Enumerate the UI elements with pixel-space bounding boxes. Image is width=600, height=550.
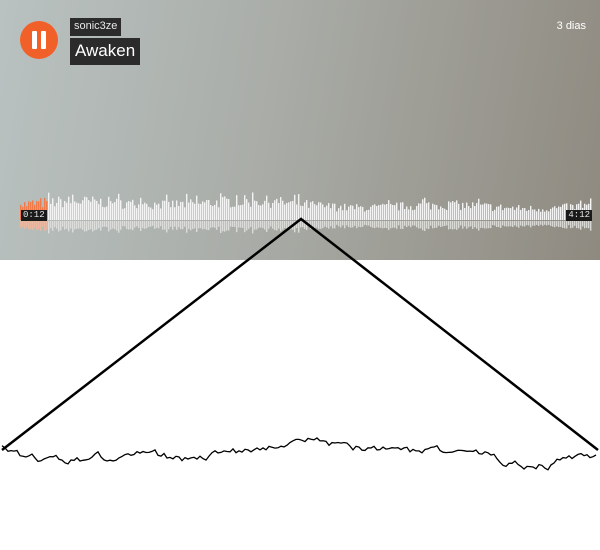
zoomed-waveform-line: [1, 437, 597, 471]
zoom-guide-lines: [1, 217, 599, 451]
waveform-zoom-detail: [1, 217, 599, 471]
